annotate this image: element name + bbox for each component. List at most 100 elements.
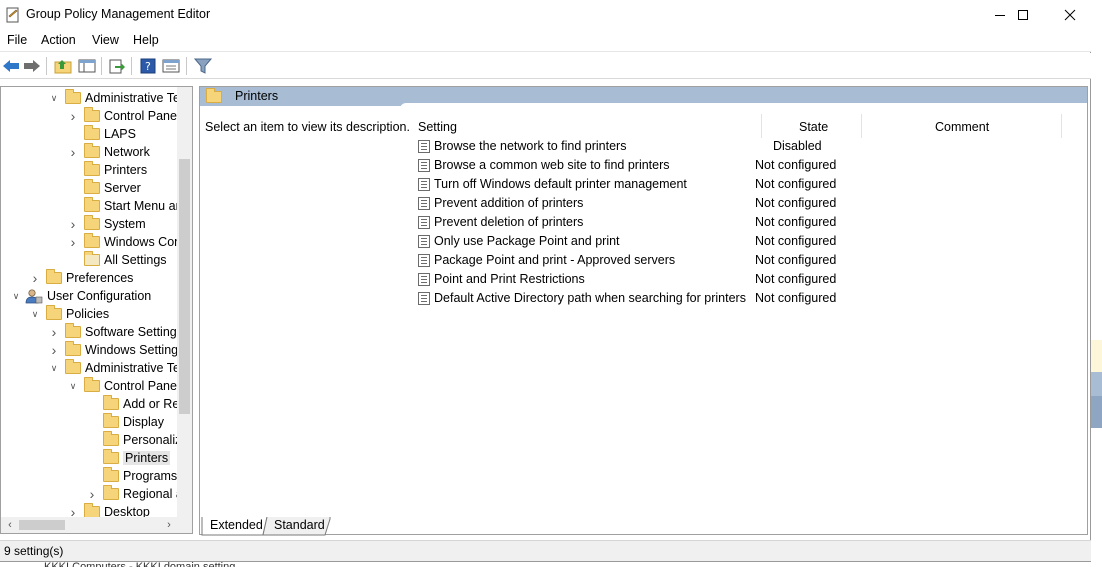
folder-icon [84, 179, 100, 194]
setting-row[interactable]: Prevent deletion of printers Not configur… [416, 213, 1076, 232]
setting-row[interactable]: Point and Print Restrictions Not configur… [416, 270, 1076, 289]
tree-node[interactable]: › Network [68, 143, 150, 161]
tree-node[interactable]: Server [68, 179, 141, 197]
tree-node-label: Personaliz [123, 433, 182, 447]
settings-folder-icon [84, 251, 100, 266]
chevron-right-icon[interactable]: › [68, 107, 78, 125]
tree-node-label: Add or Re [123, 397, 180, 411]
menu-view[interactable]: View [92, 33, 119, 47]
tree-node[interactable]: Start Menu an [68, 197, 183, 215]
tree-node[interactable]: Printers [68, 161, 147, 179]
setting-row[interactable]: Package Point and print - Approved serve… [416, 251, 1076, 270]
horizontal-scroll-thumb[interactable] [19, 520, 65, 530]
setting-name: Browse the network to find printers [434, 139, 627, 153]
properties-button[interactable] [161, 56, 181, 76]
tree-node[interactable]: ∨ Policies [30, 305, 109, 323]
tree-node[interactable]: Add or Re [87, 395, 179, 413]
back-button[interactable] [1, 56, 21, 76]
toolbar: ? [0, 53, 1091, 79]
column-header-state[interactable]: State [799, 116, 828, 138]
close-icon [1064, 9, 1076, 21]
setting-state: Not configured [755, 158, 837, 172]
scroll-left-arrow-icon[interactable]: ‹ [4, 519, 16, 531]
tree-node[interactable]: Programs [87, 467, 177, 485]
tree-node[interactable]: Display [87, 413, 164, 431]
tree-node[interactable]: All Settings [68, 251, 167, 269]
export-list-button[interactable] [107, 56, 127, 76]
menu-action[interactable]: Action [41, 33, 76, 47]
tree-node[interactable]: ∨ Administrative Te [49, 359, 180, 377]
chevron-down-icon[interactable]: ∨ [11, 287, 21, 305]
forward-button[interactable] [22, 56, 42, 76]
setting-state: Not configured [755, 196, 837, 210]
scroll-right-arrow-icon[interactable]: › [163, 519, 175, 531]
menu-help[interactable]: Help [133, 33, 159, 47]
menu-file[interactable]: File [7, 33, 27, 47]
setting-name: Default Active Directory path when searc… [434, 291, 746, 305]
filter-button[interactable] [193, 56, 213, 76]
tree-node[interactable]: Personaliz [87, 431, 181, 449]
column-header-setting[interactable]: Setting [418, 116, 457, 138]
setting-row[interactable]: Browse the network to find printers Disab… [416, 137, 1076, 156]
show-hide-tree-button[interactable] [77, 56, 97, 76]
vertical-scroll-thumb[interactable] [179, 159, 190, 414]
background-window-edge [1091, 0, 1102, 567]
tree-node[interactable]: ∨ User Configuration [11, 287, 151, 305]
column-divider[interactable] [1061, 114, 1062, 138]
folder-icon [46, 305, 62, 320]
tree-node[interactable]: › Software Settings [49, 323, 183, 341]
tree-node-label: Start Menu an [104, 199, 183, 213]
setting-state: Not configured [755, 272, 837, 286]
tree-node[interactable]: Printers [87, 449, 171, 467]
tree-node[interactable]: › Preferences [30, 269, 133, 287]
setting-name: Prevent addition of printers [434, 196, 584, 210]
chevron-down-icon[interactable]: ∨ [49, 359, 59, 377]
tree-node[interactable]: › Windows Con [68, 233, 181, 251]
details-header-title: Printers [235, 89, 279, 103]
column-header-comment[interactable]: Comment [935, 116, 989, 138]
chevron-down-icon[interactable]: ∨ [30, 305, 40, 323]
tree-node[interactable]: › Windows Settings [49, 341, 184, 359]
tree-node-label: Windows Settings [85, 343, 185, 357]
chevron-right-icon[interactable]: › [68, 143, 78, 161]
chevron-right-icon[interactable]: › [49, 341, 59, 359]
tree-node[interactable]: ∨ Administrative Te [49, 89, 180, 107]
policy-setting-icon [418, 235, 430, 248]
chevron-right-icon[interactable]: › [68, 215, 78, 233]
setting-row[interactable]: Browse a common web site to find printer… [416, 156, 1076, 175]
chevron-right-icon[interactable]: › [87, 485, 97, 503]
chevron-right-icon[interactable]: › [68, 233, 78, 251]
chevron-right-icon[interactable]: › [49, 323, 59, 341]
status-text: 9 setting(s) [4, 544, 64, 558]
column-divider[interactable] [861, 114, 862, 138]
chevron-down-icon[interactable]: ∨ [49, 89, 59, 107]
chevron-right-icon[interactable]: › [30, 269, 40, 287]
setting-row[interactable]: Prevent addition of printers Not configur… [416, 194, 1076, 213]
tree-node[interactable]: ∨ Control Panel [68, 377, 180, 395]
tree-node[interactable]: › Control Panel [68, 107, 180, 125]
chevron-down-icon[interactable]: ∨ [68, 377, 78, 395]
setting-row[interactable]: Default Active Directory path when searc… [416, 289, 1076, 308]
help-button[interactable]: ? [138, 56, 158, 76]
tab-extended[interactable]: Extended [202, 517, 271, 535]
tree-node-label: Administrative Te [85, 361, 180, 375]
column-divider[interactable] [761, 114, 762, 138]
maximize-button[interactable] [1000, 0, 1046, 30]
folder-icon [65, 89, 81, 104]
tree-node-label: Software Settings [85, 325, 183, 339]
properties-icon [162, 59, 180, 73]
close-button[interactable] [1047, 0, 1093, 30]
up-one-level-button[interactable] [53, 56, 73, 76]
description-text: Select an item to view its description. [205, 120, 410, 134]
setting-row[interactable]: Only use Package Point and print Not conf… [416, 232, 1076, 251]
tree-node[interactable]: › System [68, 215, 146, 233]
forward-arrow-icon [24, 60, 40, 72]
header-notch [400, 103, 1087, 109]
tab-standard[interactable]: Standard [266, 517, 333, 535]
tree-node[interactable]: › Regional a [87, 485, 183, 503]
setting-row[interactable]: Turn off Windows default printer managem… [416, 175, 1076, 194]
tree-node[interactable]: LAPS [68, 125, 136, 143]
tree-node-label: LAPS [104, 127, 136, 141]
